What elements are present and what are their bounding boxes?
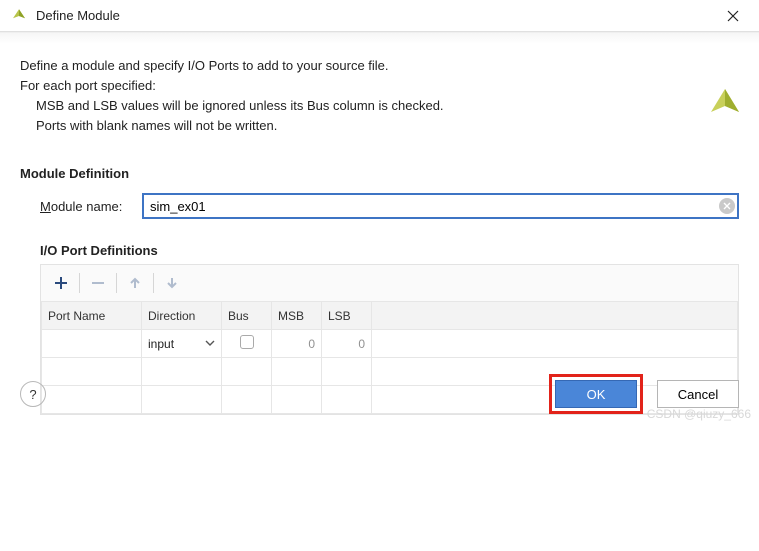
title-bar: Define Module bbox=[0, 0, 759, 32]
module-definition-heading: Module Definition bbox=[20, 166, 739, 181]
add-port-button[interactable] bbox=[49, 271, 73, 295]
cell-lsb[interactable]: 0 bbox=[322, 330, 372, 358]
module-name-input[interactable] bbox=[142, 193, 739, 219]
desc-line-4: Ports with blank names will not be writt… bbox=[20, 116, 739, 136]
arrow-down-icon bbox=[165, 276, 179, 290]
ok-button[interactable]: OK bbox=[555, 380, 637, 408]
io-toolbar bbox=[41, 265, 738, 301]
col-bus: Bus bbox=[222, 302, 272, 330]
cell-msb[interactable]: 0 bbox=[272, 330, 322, 358]
clear-input-button[interactable] bbox=[719, 198, 735, 214]
table-row[interactable]: input 0 0 bbox=[42, 330, 738, 358]
io-header-row: Port Name Direction Bus MSB LSB bbox=[42, 302, 738, 330]
col-port-name: Port Name bbox=[42, 302, 142, 330]
col-lsb: LSB bbox=[322, 302, 372, 330]
move-down-button[interactable] bbox=[160, 271, 184, 295]
col-msb: MSB bbox=[272, 302, 322, 330]
description-text: Define a module and specify I/O Ports to… bbox=[20, 56, 739, 136]
cell-direction[interactable]: input bbox=[142, 330, 222, 358]
io-port-definitions-heading: I/O Port Definitions bbox=[40, 243, 739, 258]
module-name-label: Module name: bbox=[40, 199, 142, 214]
app-icon bbox=[10, 7, 28, 25]
col-spacer bbox=[372, 302, 738, 330]
cell-port-name[interactable] bbox=[42, 330, 142, 358]
close-icon bbox=[727, 10, 739, 22]
col-direction: Direction bbox=[142, 302, 222, 330]
clear-icon bbox=[723, 202, 731, 210]
bus-checkbox[interactable] bbox=[240, 335, 254, 349]
cancel-button[interactable]: Cancel bbox=[657, 380, 739, 408]
desc-line-1: Define a module and specify I/O Ports to… bbox=[20, 56, 739, 76]
footer: ? OK Cancel bbox=[0, 371, 759, 417]
chevron-down-icon bbox=[205, 337, 215, 351]
close-button[interactable] bbox=[717, 0, 749, 32]
arrow-up-icon bbox=[128, 276, 142, 290]
window-title: Define Module bbox=[36, 8, 120, 23]
ok-highlight: OK bbox=[549, 374, 643, 414]
watermark: CSDN @qiuzy_666 bbox=[647, 407, 751, 421]
brand-decor-icon bbox=[705, 84, 745, 127]
cell-bus[interactable] bbox=[222, 330, 272, 358]
help-button[interactable]: ? bbox=[20, 381, 46, 407]
desc-line-2: For each port specified: bbox=[20, 76, 739, 96]
remove-port-button[interactable] bbox=[86, 271, 110, 295]
move-up-button[interactable] bbox=[123, 271, 147, 295]
minus-icon bbox=[91, 276, 105, 290]
desc-line-3: MSB and LSB values will be ignored unles… bbox=[20, 96, 739, 116]
plus-icon bbox=[54, 276, 68, 290]
